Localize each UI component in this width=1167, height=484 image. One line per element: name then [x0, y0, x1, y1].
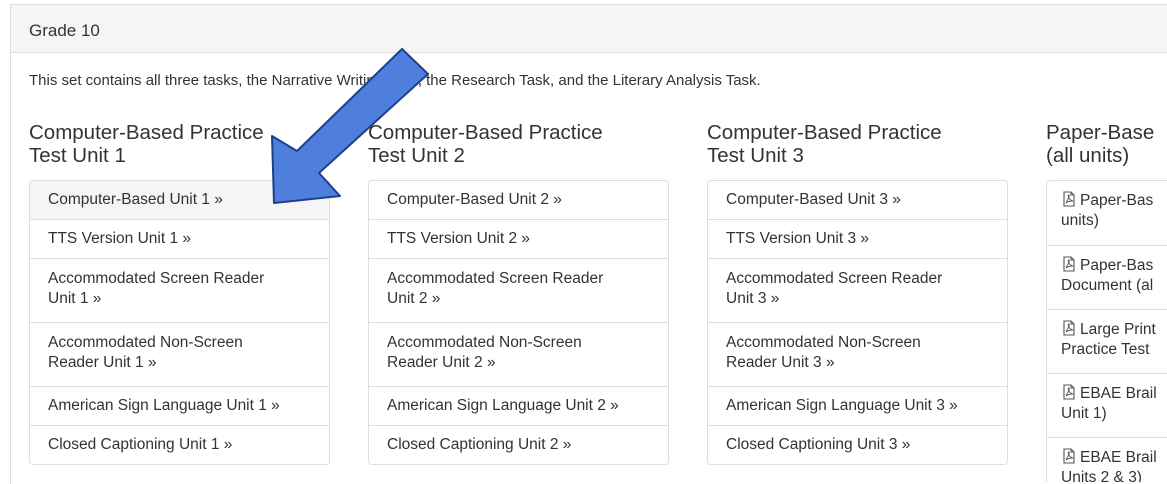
pdf-link-list: Paper-Bas units) Paper-Bas Document (al La… — [1046, 180, 1167, 482]
link-list: Computer-Based Unit 1 » TTS Version Unit… — [29, 180, 330, 465]
pdf-file-icon — [1061, 384, 1077, 400]
link-computer-based-unit-3[interactable]: Computer-Based Unit 3 » — [708, 181, 1007, 219]
column-title-line1: Computer-Based Practice — [29, 121, 264, 144]
link-non-screen-reader-unit-2[interactable]: Accommodated Non-Screen Reader Unit 2 » — [369, 322, 668, 386]
link-list: Computer-Based Unit 3 » TTS Version Unit… — [707, 180, 1008, 465]
pdf-file-icon — [1061, 256, 1077, 272]
panel-heading: Grade 10 — [11, 5, 1167, 53]
link-asl-unit-1[interactable]: American Sign Language Unit 1 » — [30, 386, 329, 425]
pdf-file-icon — [1061, 320, 1077, 336]
column-title: Computer-Based Practice Test Unit 3 — [707, 121, 1008, 167]
link-tts-version-unit-2[interactable]: TTS Version Unit 2 » — [369, 219, 668, 258]
link-ebae-braille-units-2-3[interactable]: EBAE Brail Units 2 & 3) — [1047, 437, 1167, 482]
link-tts-version-unit-3[interactable]: TTS Version Unit 3 » — [708, 219, 1007, 258]
link-tts-version-unit-1[interactable]: TTS Version Unit 1 » — [30, 219, 329, 258]
pdf-file-icon — [1061, 191, 1077, 207]
link-screen-reader-unit-3[interactable]: Accommodated Screen Reader Unit 3 » — [708, 258, 1007, 322]
link-closed-captioning-unit-1[interactable]: Closed Captioning Unit 1 » — [30, 425, 329, 464]
link-paper-based-units[interactable]: Paper-Bas units) — [1047, 181, 1167, 245]
column-title-line2: Test Unit 3 — [707, 144, 804, 167]
column-title-line2: Test Unit 1 — [29, 144, 126, 167]
link-ebae-braille-unit-1[interactable]: EBAE Brail Unit 1) — [1047, 373, 1167, 437]
link-non-screen-reader-unit-3[interactable]: Accommodated Non-Screen Reader Unit 3 » — [708, 322, 1007, 386]
link-list: Computer-Based Unit 2 » TTS Version Unit… — [368, 180, 669, 465]
link-paper-based-document[interactable]: Paper-Bas Document (al — [1047, 245, 1167, 309]
link-large-print[interactable]: Large Print Practice Test — [1047, 309, 1167, 373]
column-title-line2: Test Unit 2 — [368, 144, 465, 167]
intro-text: This set contains all three tasks, the N… — [29, 72, 761, 89]
link-asl-unit-3[interactable]: American Sign Language Unit 3 » — [708, 386, 1007, 425]
column-title-line1: Computer-Based Practice — [707, 121, 942, 144]
link-screen-reader-unit-1[interactable]: Accommodated Screen Reader Unit 1 » — [30, 258, 329, 322]
column-title: Computer-Based Practice Test Unit 1 — [29, 121, 330, 167]
column-title: Paper-Base (all units) — [1046, 121, 1167, 167]
column-unit-1: Computer-Based Practice Test Unit 1 Comp… — [29, 121, 330, 465]
column-paper-based: Paper-Base (all units) Paper-Bas units) P… — [1046, 121, 1167, 482]
column-title: Computer-Based Practice Test Unit 2 — [368, 121, 669, 167]
link-computer-based-unit-2[interactable]: Computer-Based Unit 2 » — [369, 181, 668, 219]
column-title-line1: Paper-Base — [1046, 121, 1155, 144]
column-unit-2: Computer-Based Practice Test Unit 2 Comp… — [368, 121, 669, 465]
column-unit-3: Computer-Based Practice Test Unit 3 Comp… — [707, 121, 1008, 465]
column-title-line1: Computer-Based Practice — [368, 121, 603, 144]
link-computer-based-unit-1[interactable]: Computer-Based Unit 1 » — [30, 181, 329, 219]
link-screen-reader-unit-2[interactable]: Accommodated Screen Reader Unit 2 » — [369, 258, 668, 322]
link-non-screen-reader-unit-1[interactable]: Accommodated Non-Screen Reader Unit 1 » — [30, 322, 329, 386]
pdf-file-icon — [1061, 448, 1077, 464]
link-closed-captioning-unit-2[interactable]: Closed Captioning Unit 2 » — [369, 425, 668, 464]
link-asl-unit-2[interactable]: American Sign Language Unit 2 » — [369, 386, 668, 425]
column-title-line2: (all units) — [1046, 144, 1130, 167]
link-closed-captioning-unit-3[interactable]: Closed Captioning Unit 3 » — [708, 425, 1007, 464]
